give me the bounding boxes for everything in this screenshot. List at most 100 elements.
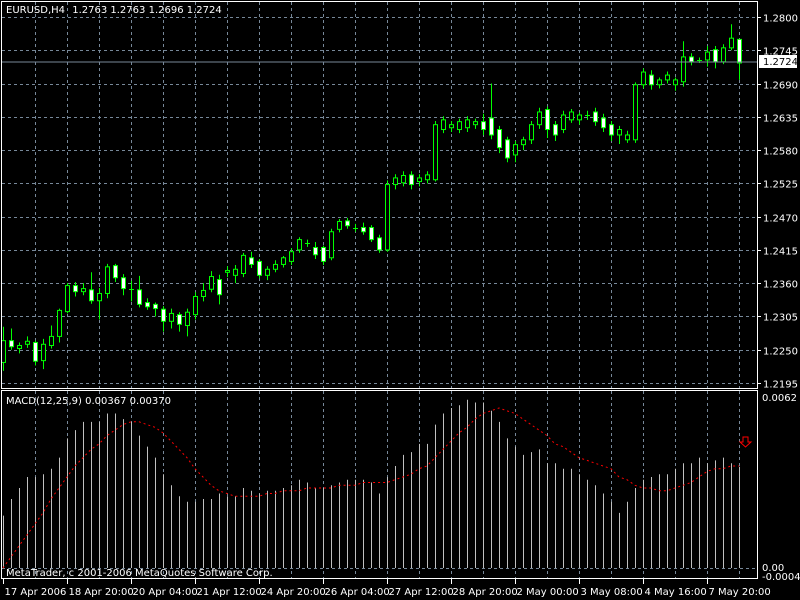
candle xyxy=(337,219,342,233)
candle-body-bull xyxy=(209,276,214,290)
candle xyxy=(401,171,406,187)
price-label: 1.2635 xyxy=(763,114,798,125)
time-axis[interactable]: 17 Apr 2006 18 Apr 20:0020 Apr 04:0021 Ap… xyxy=(3,579,771,598)
candle xyxy=(737,38,742,80)
candle xyxy=(713,46,718,69)
candle xyxy=(385,180,390,252)
candle xyxy=(641,68,646,89)
price-label: 1.2690 xyxy=(763,81,798,92)
trading-chart[interactable]: EURUSD,H4 1.2763 1.2763 1.2696 1.2724 1.… xyxy=(0,0,800,600)
candle xyxy=(281,255,286,268)
price-label: 1.2360 xyxy=(763,280,798,291)
candle xyxy=(257,258,262,279)
candle xyxy=(561,110,566,134)
time-label: 4 May 16:00 xyxy=(645,587,707,598)
candle xyxy=(145,298,150,310)
macd-label: MACD(12,25,9) 0.00367 0.00370 xyxy=(6,396,171,407)
candle-body-bull xyxy=(537,111,542,126)
candle-body-bull xyxy=(561,114,566,131)
candle-body-bear xyxy=(377,237,382,251)
candle-body-bear xyxy=(33,341,38,362)
candle xyxy=(521,136,526,151)
candle-body-bull xyxy=(281,257,286,265)
candle xyxy=(441,116,446,134)
candle xyxy=(233,265,238,284)
copyright-text: MetaTrader, c 2001-2006 MetaQuotes Softw… xyxy=(6,568,273,579)
candle-body-bear xyxy=(409,174,414,186)
candle-body-bull xyxy=(673,79,678,86)
candle xyxy=(425,171,430,184)
main-chart-frame xyxy=(1,1,758,389)
price-label: 1.2525 xyxy=(763,180,798,191)
candle-body-bear xyxy=(361,227,366,233)
candle xyxy=(633,82,638,143)
candle-body-bull xyxy=(289,251,294,262)
candle-body-bull xyxy=(705,51,710,61)
time-label: 27 Apr 12:00 xyxy=(389,587,454,598)
candle xyxy=(65,283,70,314)
candle xyxy=(121,274,126,296)
candle xyxy=(1,326,6,371)
candle xyxy=(185,308,190,337)
price-label: 1.2250 xyxy=(763,347,798,358)
candle-body-bull xyxy=(569,111,574,121)
candle-body-bull xyxy=(721,47,726,63)
candle-body-bear xyxy=(321,246,326,262)
candle-body-bull xyxy=(633,84,638,141)
candle-body-bear xyxy=(553,124,558,136)
candle xyxy=(481,113,486,135)
candle-body-bull xyxy=(625,134,630,141)
candle-body-bull xyxy=(265,268,270,276)
price-label: 1.2305 xyxy=(763,313,798,324)
candle xyxy=(689,53,694,66)
time-label: 2 May 00:00 xyxy=(517,587,579,598)
candle xyxy=(609,121,614,142)
candle xyxy=(369,225,374,243)
candle-body-bull xyxy=(273,263,278,270)
candle xyxy=(177,312,182,332)
candle xyxy=(265,266,270,281)
candle-body-bull xyxy=(665,74,670,81)
candle xyxy=(513,141,518,163)
candle-body-bull xyxy=(329,231,334,259)
candle-body-bull xyxy=(97,292,102,302)
candle xyxy=(81,283,86,296)
candle xyxy=(553,121,558,142)
candle-body-bear xyxy=(137,289,142,305)
red-down-arrow-icon[interactable] xyxy=(738,436,753,448)
candle-body-bear xyxy=(545,109,550,131)
candle xyxy=(137,275,142,308)
price-axis[interactable]: 1.28001.27451.26901.26351.25801.25251.24… xyxy=(757,14,798,391)
candle-body-bear xyxy=(249,257,254,265)
time-label: 24 Apr 20:00 xyxy=(261,587,326,598)
candle xyxy=(241,252,246,278)
candle xyxy=(249,251,254,269)
candle xyxy=(305,239,310,247)
candle-body-bull xyxy=(465,119,470,129)
candle-body-bear xyxy=(345,220,350,227)
candle-body-bull xyxy=(425,174,430,181)
candle xyxy=(377,234,382,253)
candle-body-bull xyxy=(337,220,342,230)
time-label: 18 Apr 20:00 xyxy=(69,587,134,598)
candle xyxy=(169,308,174,329)
candle-body-bull xyxy=(641,71,646,86)
candle xyxy=(273,260,278,273)
candle-body-bear xyxy=(161,308,166,322)
candle xyxy=(665,71,670,84)
candle-body-bear xyxy=(489,117,494,136)
candle-body-bull xyxy=(41,343,46,362)
candle-body-bull xyxy=(401,174,406,184)
candle xyxy=(201,283,206,302)
price-label: 1.2580 xyxy=(763,147,798,158)
candle xyxy=(497,125,502,154)
candle xyxy=(681,41,686,87)
candle xyxy=(601,113,606,132)
candle xyxy=(433,121,438,182)
candle xyxy=(417,174,422,187)
candle-body-bear xyxy=(153,303,158,310)
time-label: 17 Apr 2006 xyxy=(5,587,67,598)
candle-body-bull xyxy=(577,114,582,121)
candle-body-bull xyxy=(225,269,230,273)
candle-body-bull xyxy=(457,121,462,131)
